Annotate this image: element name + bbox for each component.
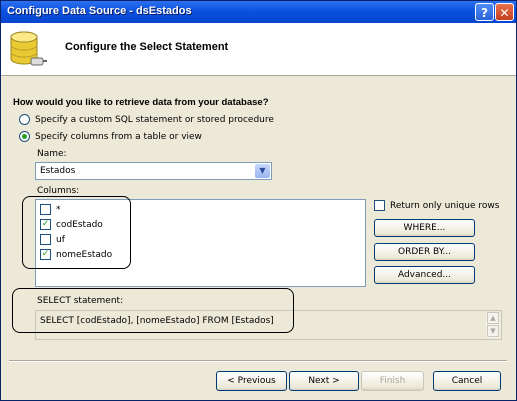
scroll-down-icon[interactable]: ▼ [487, 325, 499, 337]
close-button[interactable]: ✕ [495, 3, 514, 21]
name-label: Name: [37, 149, 67, 159]
columns-option-label[interactable]: Specify columns from a table or view [35, 132, 202, 142]
order-by-button[interactable]: ORDER BY... [374, 243, 475, 261]
footer-divider [9, 360, 507, 362]
previous-button[interactable]: < Previous [216, 371, 287, 391]
table-name-dropdown[interactable]: Estados ▼ [35, 162, 272, 180]
where-button[interactable]: WHERE... [374, 219, 475, 237]
cancel-button[interactable]: Cancel [433, 371, 501, 391]
finish-button[interactable]: Finish [361, 371, 424, 391]
columns-label: Columns: [37, 186, 80, 196]
custom-sql-option[interactable]: Specify a custom SQL statement or stored… [19, 114, 274, 125]
wizard-header: Configure the Select Statement [1, 23, 516, 76]
dialog-window: Configure Data Source - dsEstados ? ✕ Co… [0, 0, 517, 401]
custom-sql-radio[interactable] [19, 114, 30, 125]
columns-option[interactable]: Specify columns from a table or view [19, 131, 202, 142]
advanced-button[interactable]: Advanced... [374, 266, 475, 284]
select-highlight [12, 288, 294, 333]
columns-highlight [22, 196, 131, 269]
chevron-down-icon[interactable]: ▼ [255, 164, 270, 178]
unique-rows-option[interactable]: Return only unique rows [374, 200, 499, 211]
page-title: Configure the Select Statement [65, 41, 229, 53]
table-name-value: Estados [40, 166, 76, 176]
retrieve-question: How would you like to retrieve data from… [13, 97, 269, 108]
title-bar[interactable]: Configure Data Source - dsEstados ? ✕ [1, 1, 516, 23]
help-button[interactable]: ? [475, 3, 494, 21]
window-title: Configure Data Source - dsEstados [7, 5, 192, 17]
columns-radio[interactable] [19, 131, 30, 142]
next-button[interactable]: Next > [289, 371, 359, 391]
unique-rows-label[interactable]: Return only unique rows [390, 201, 499, 211]
custom-sql-label[interactable]: Specify a custom SQL statement or stored… [35, 115, 274, 125]
sql-scrollbar[interactable]: ▲ ▼ [486, 312, 500, 338]
database-icon [10, 31, 47, 66]
unique-rows-checkbox[interactable] [374, 200, 385, 211]
scroll-up-icon[interactable]: ▲ [487, 312, 499, 324]
